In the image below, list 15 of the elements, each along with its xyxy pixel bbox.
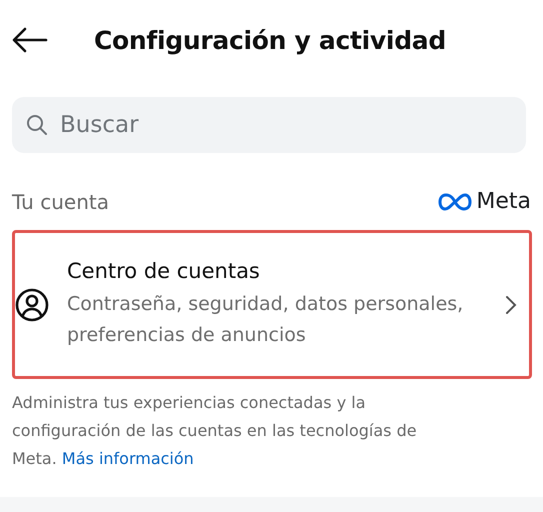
chevron-right-icon xyxy=(505,294,517,314)
more-info-link[interactable]: Más información xyxy=(62,449,194,468)
section-title: Tu cuenta xyxy=(12,190,109,214)
item-subtitle: Contraseña, seguridad, datos personales, preferencias de anuncios xyxy=(67,292,464,348)
account-center-item[interactable]: Centro de cuentas Contraseña, seguridad, datos personales, preferencias de anuncios xyxy=(12,230,532,379)
page-title: Configuración y actividad xyxy=(94,26,446,54)
user-circle-icon xyxy=(15,288,49,322)
item-title: Centro de cuentas xyxy=(67,258,261,282)
back-arrow-icon xyxy=(12,27,48,53)
back-button[interactable] xyxy=(12,27,48,53)
search-field[interactable]: Buscar xyxy=(12,97,526,153)
description-text: Administra tus experiencias conectadas y la configuración de las cuentas en las tecnologías de Meta. Más información xyxy=(12,392,418,470)
infinity-logo-icon xyxy=(438,192,472,210)
brand-name: Meta xyxy=(476,189,531,214)
search-icon xyxy=(26,114,48,136)
